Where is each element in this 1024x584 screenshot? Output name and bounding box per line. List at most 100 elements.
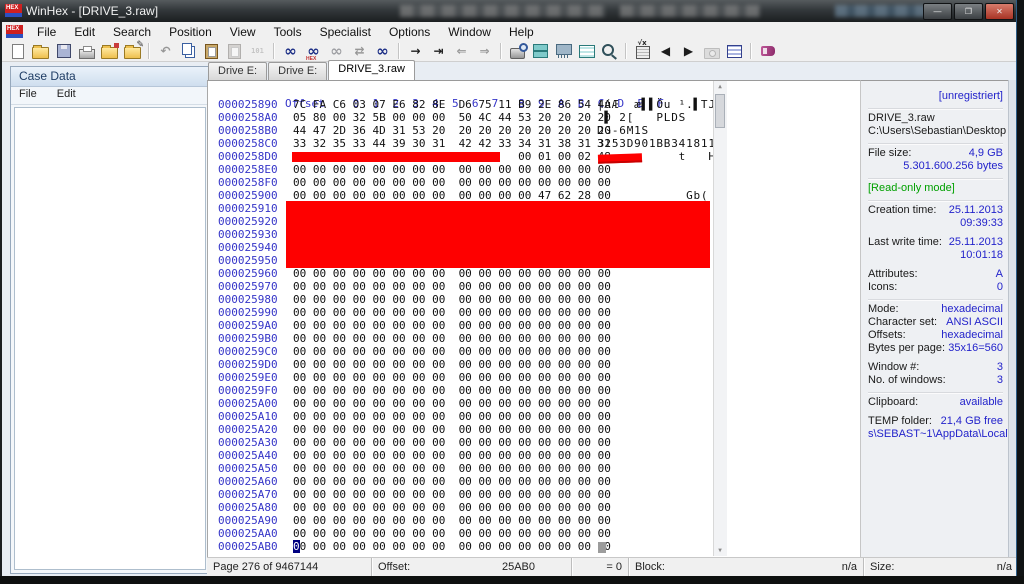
goto-offset-icon[interactable]: → bbox=[405, 42, 426, 60]
find-again-icon[interactable]: ∞ bbox=[372, 42, 393, 60]
preview-icon[interactable] bbox=[599, 42, 620, 60]
hex-rows[interactable]: 0000258907C FA C6 03 07 E6 82 8E D6 75 1… bbox=[208, 98, 713, 553]
row-offset[interactable]: 0000258F0 bbox=[208, 176, 293, 189]
hex-row-000025A00[interactable]: 000025A0000 00 00 00 00 00 00 00 00 00 0… bbox=[208, 397, 713, 410]
row-offset[interactable]: 000025970 bbox=[208, 280, 293, 293]
row-offset[interactable]: 000025930 bbox=[208, 228, 293, 241]
row-bytes[interactable]: 00 00 00 00 00 00 00 00 00 00 00 00 00 0… bbox=[293, 358, 611, 371]
row-offset[interactable]: 000025910 bbox=[208, 202, 293, 215]
edit-convert-icon[interactable] bbox=[122, 42, 143, 60]
hex-row-000025A60[interactable]: 000025A6000 00 00 00 00 00 00 00 00 00 0… bbox=[208, 475, 713, 488]
row-offset[interactable]: 0000259C0 bbox=[208, 345, 293, 358]
row-bytes[interactable]: 00 00 00 00 00 00 00 00 00 00 00 00 00 0… bbox=[293, 462, 611, 475]
hex-row-000025970[interactable]: 00002597000 00 00 00 00 00 00 00 00 00 0… bbox=[208, 280, 713, 293]
hex-row-000025890[interactable]: 0000258907C FA C6 03 07 E6 82 8E D6 75 1… bbox=[208, 98, 713, 111]
row-offset[interactable]: 000025A80 bbox=[208, 501, 293, 514]
row-bytes[interactable]: 00 00 00 00 00 00 00 00 00 00 00 00 00 0… bbox=[293, 176, 611, 189]
row-bytes[interactable]: 00 00 00 00 00 00 00 00 00 00 00 00 00 0… bbox=[293, 449, 611, 462]
hex-row-0000258B0[interactable]: 0000258B044 47 2D 36 4D 31 53 20 20 20 2… bbox=[208, 124, 713, 137]
goto-page-icon[interactable]: ⇥ bbox=[428, 42, 449, 60]
hex-row-0000259F0[interactable]: 0000259F000 00 00 00 00 00 00 00 00 00 0… bbox=[208, 384, 713, 397]
open-disk-icon[interactable] bbox=[507, 42, 528, 60]
row-offset[interactable]: 000025A90 bbox=[208, 514, 293, 527]
row-offset[interactable]: 000025980 bbox=[208, 293, 293, 306]
help-icon[interactable] bbox=[757, 42, 778, 60]
row-offset[interactable]: 0000259E0 bbox=[208, 371, 293, 384]
scroll-thumb[interactable] bbox=[715, 94, 725, 128]
close-button[interactable]: ✕ bbox=[985, 3, 1014, 20]
hex-row-0000258F0[interactable]: 0000258F000 00 00 00 00 00 00 00 00 00 0… bbox=[208, 176, 713, 189]
menu-help[interactable]: Help bbox=[500, 23, 543, 41]
row-offset[interactable]: 000025940 bbox=[208, 241, 293, 254]
row-ascii[interactable]: ▌ 2[ PLDS bbox=[597, 111, 716, 124]
row-bytes[interactable]: 33 32 35 33 44 39 30 31 42 42 33 34 31 3… bbox=[293, 137, 611, 150]
row-bytes[interactable]: 00 00 00 00 00 00 00 00 00 00 00 00 00 0… bbox=[293, 384, 611, 397]
hex-row-0000258C0[interactable]: 0000258C033 32 35 33 44 39 30 31 42 42 3… bbox=[208, 137, 713, 150]
scroll-up-icon[interactable]: ▲ bbox=[714, 81, 726, 92]
tab-drive-e--0[interactable]: Drive E: bbox=[208, 62, 267, 80]
row-offset[interactable]: 000025890 bbox=[208, 98, 293, 111]
row-offset[interactable]: 000025A70 bbox=[208, 488, 293, 501]
menu-window[interactable]: Window bbox=[439, 23, 500, 41]
row-bytes[interactable]: 00 00 00 00 00 00 00 00 00 00 00 00 00 0… bbox=[293, 423, 611, 436]
row-offset[interactable]: 000025AB0 bbox=[208, 540, 293, 553]
row-offset[interactable]: 000025960 bbox=[208, 267, 293, 280]
hex-scrollbar[interactable]: ▲ ▼ bbox=[713, 81, 727, 556]
row-offset[interactable]: 0000259D0 bbox=[208, 358, 293, 371]
row-offset[interactable]: 0000259B0 bbox=[208, 332, 293, 345]
row-bytes[interactable]: 00 00 00 00 00 00 00 00 00 00 00 00 00 0… bbox=[293, 163, 611, 176]
find-text-icon[interactable]: ∞ bbox=[280, 42, 301, 60]
copy-icon[interactable] bbox=[178, 42, 199, 60]
row-bytes[interactable]: 00 00 00 00 00 00 00 00 00 00 00 00 00 0… bbox=[293, 345, 611, 358]
hex-cursor[interactable]: 0 bbox=[293, 540, 300, 553]
title-bar[interactable]: WinHex - [DRIVE_3.raw] — ❐ ✕ bbox=[0, 0, 1024, 23]
tab-drive-3-raw-2[interactable]: DRIVE_3.raw bbox=[328, 60, 415, 80]
row-bytes[interactable]: 44 47 2D 36 4D 31 53 20 20 20 20 20 20 2… bbox=[293, 124, 611, 137]
row-ascii[interactable]: 3253D901BB341811 bbox=[597, 137, 716, 150]
hex-row-000025990[interactable]: 00002599000 00 00 00 00 00 00 00 00 00 0… bbox=[208, 306, 713, 319]
row-offset[interactable]: 000025A10 bbox=[208, 410, 293, 423]
row-offset[interactable]: 000025A00 bbox=[208, 397, 293, 410]
hex-row-000025A20[interactable]: 000025A2000 00 00 00 00 00 00 00 00 00 0… bbox=[208, 423, 713, 436]
row-bytes[interactable]: 00 00 00 00 00 00 00 00 00 00 00 00 00 0… bbox=[293, 280, 611, 293]
menu-edit[interactable]: Edit bbox=[65, 23, 104, 41]
hex-row-000025980[interactable]: 00002598000 00 00 00 00 00 00 00 00 00 0… bbox=[208, 293, 713, 306]
row-bytes[interactable]: 00 00 00 00 00 00 00 00 00 00 00 00 00 0… bbox=[293, 319, 611, 332]
row-offset[interactable]: 000025A50 bbox=[208, 462, 293, 475]
row-bytes[interactable]: 00 00 00 00 00 00 00 00 00 00 00 00 00 0… bbox=[293, 397, 611, 410]
row-offset[interactable]: 000025A60 bbox=[208, 475, 293, 488]
hex-row-000025A70[interactable]: 000025A7000 00 00 00 00 00 00 00 00 00 0… bbox=[208, 488, 713, 501]
row-offset[interactable]: 000025920 bbox=[208, 215, 293, 228]
new-file-icon[interactable] bbox=[7, 42, 28, 60]
menu-options[interactable]: Options bbox=[380, 23, 439, 41]
next-window-icon[interactable]: ▶ bbox=[678, 42, 699, 60]
row-offset[interactable]: 0000258E0 bbox=[208, 163, 293, 176]
open-ram-icon[interactable] bbox=[553, 42, 574, 60]
open-drives-icon[interactable] bbox=[530, 42, 551, 60]
row-bytes[interactable]: 00 00 00 00 00 00 00 00 00 00 00 00 00 0… bbox=[293, 410, 611, 423]
hex-row-000025A80[interactable]: 000025A8000 00 00 00 00 00 00 00 00 00 0… bbox=[208, 501, 713, 514]
row-offset[interactable]: 000025A20 bbox=[208, 423, 293, 436]
row-offset[interactable]: 000025950 bbox=[208, 254, 293, 267]
directory-browser-icon[interactable] bbox=[576, 42, 597, 60]
hex-row-0000258E0[interactable]: 0000258E000 00 00 00 00 00 00 00 00 00 0… bbox=[208, 163, 713, 176]
paste-write-icon[interactable] bbox=[201, 42, 222, 60]
hex-row-000025A40[interactable]: 000025A4000 00 00 00 00 00 00 00 00 00 0… bbox=[208, 449, 713, 462]
menu-tools[interactable]: Tools bbox=[265, 23, 311, 41]
save-icon[interactable] bbox=[53, 42, 74, 60]
tab-drive-e--1[interactable]: Drive E: bbox=[268, 62, 327, 80]
prev-window-icon[interactable]: ◀ bbox=[655, 42, 676, 60]
menu-view[interactable]: View bbox=[221, 23, 265, 41]
row-ascii[interactable]: DG-6M1S bbox=[597, 124, 716, 137]
row-bytes[interactable]: 05 80 00 32 5B 00 00 00 50 4C 44 53 20 2… bbox=[293, 111, 611, 124]
minimize-button[interactable]: — bbox=[923, 3, 952, 20]
open-file-icon[interactable] bbox=[30, 42, 51, 60]
hex-row-000025AA0[interactable]: 000025AA000 00 00 00 00 00 00 00 00 00 0… bbox=[208, 527, 713, 540]
data-interpreter-icon[interactable] bbox=[724, 42, 745, 60]
hex-row-000025A50[interactable]: 000025A5000 00 00 00 00 00 00 00 00 00 0… bbox=[208, 462, 713, 475]
row-offset[interactable]: 000025AA0 bbox=[208, 527, 293, 540]
hex-row-000025AB0[interactable]: 000025AB000 00 00 00 00 00 00 00 00 00 0… bbox=[208, 540, 713, 553]
properties-icon[interactable] bbox=[99, 42, 120, 60]
row-offset[interactable]: 0000259A0 bbox=[208, 319, 293, 332]
row-bytes[interactable]: 7C FA C6 03 07 E6 82 8E D6 75 11 B9 2E 8… bbox=[293, 98, 611, 111]
